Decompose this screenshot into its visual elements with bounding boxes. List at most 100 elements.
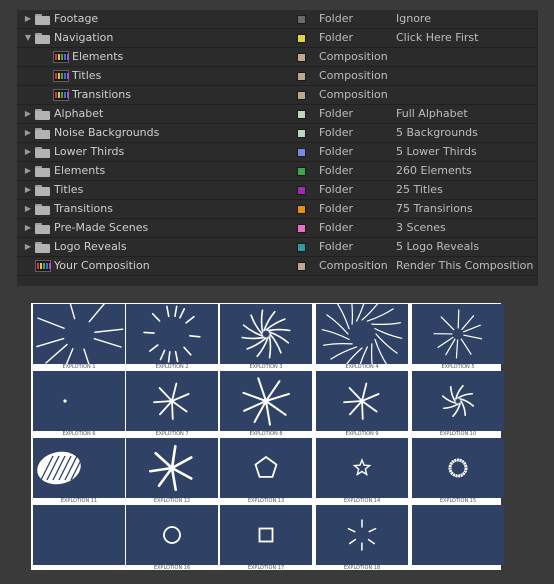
label-color-swatch[interactable] (297, 91, 306, 100)
dash-burst-icon (347, 519, 377, 551)
project-row-your-composition-comp[interactable]: Your Composition Composition Render This C… (17, 257, 537, 276)
project-row-footage-folder[interactable]: ▶ Footage Folder Ignore (17, 10, 537, 29)
thumbnail-caption: EXPLOTION 5 (441, 364, 475, 370)
label-color-swatch[interactable] (297, 129, 306, 138)
folder-icon (35, 204, 50, 215)
label-color-swatch[interactable] (297, 186, 306, 195)
item-type: Folder (319, 107, 353, 120)
item-name: Navigation (54, 31, 114, 44)
thumbnail-caption: EXPLOTION 16 (153, 565, 191, 571)
project-row-alphabet-folder[interactable]: ▶ Alphabet Folder Full Alphabet (17, 105, 537, 124)
disclosure-collapsed-icon[interactable]: ▶ (23, 219, 33, 237)
disclosure-collapsed-icon[interactable]: ▶ (23, 105, 33, 123)
thumbnail-caption: EXPLOTION 8 (249, 431, 283, 437)
project-panel: ▶ Footage Folder Ignore ▼ Navigation Folder Cli… (17, 10, 538, 286)
disclosure-collapsed-icon[interactable]: ▶ (23, 181, 33, 199)
project-row-navigation-folder[interactable]: ▼ Navigation Folder Click Here First (17, 29, 537, 48)
thumbnail-caption: EXPLOTION 17 (247, 565, 285, 571)
item-type: Folder (319, 221, 353, 234)
explosion-thumbnail (316, 505, 408, 565)
disclosure-collapsed-icon[interactable]: ▶ (23, 162, 33, 180)
star-burst-icon (153, 382, 190, 420)
project-row-elements-folder[interactable]: ▶ Elements Folder 260 Elements (17, 162, 537, 181)
explosion-thumbnail (126, 438, 218, 498)
disclosure-collapsed-icon[interactable]: ▶ (23, 200, 33, 218)
composition-icon (53, 89, 69, 101)
label-color-swatch[interactable] (297, 148, 306, 157)
project-row-elements-comp[interactable]: Elements Composition (17, 48, 537, 67)
folder-icon (35, 147, 50, 158)
scatter-dashes-icon (143, 305, 201, 363)
disclosure-expanded-icon[interactable]: ▼ (23, 29, 33, 47)
explosion-thumbnail (126, 371, 218, 431)
project-row-pre-made-scenes-folder[interactable]: ▶ Pre-Made Scenes Folder 3 Scenes (17, 219, 537, 238)
disclosure-collapsed-icon[interactable]: ▶ (23, 238, 33, 256)
project-row-noise-backgrounds-folder[interactable]: ▶ Noise Backgrounds Folder 5 Backgrounds (17, 124, 537, 143)
folder-icon (35, 242, 50, 253)
item-name: Elements (54, 164, 106, 177)
burst-lines-icon (36, 304, 124, 364)
composition-icon (53, 70, 69, 82)
item-name: Transitions (54, 202, 113, 215)
project-row-titles-comp[interactable]: Titles Composition (17, 67, 537, 86)
item-name: Transitions (72, 88, 131, 101)
item-name: Noise Backgrounds (54, 126, 160, 139)
label-color-swatch[interactable] (297, 224, 306, 233)
explosion-thumbnail (126, 505, 218, 565)
dot-icon (63, 399, 67, 403)
explosion-thumbnail (33, 438, 125, 498)
label-color-swatch[interactable] (297, 167, 306, 176)
label-color-swatch[interactable] (297, 205, 306, 214)
label-color-swatch[interactable] (297, 243, 306, 252)
thumbnail-caption (33, 565, 125, 572)
label-color-swatch[interactable] (297, 53, 306, 62)
item-name: Lower Thirds (54, 145, 125, 158)
folder-icon (35, 166, 50, 177)
project-row-logo-reveals-folder[interactable]: ▶ Logo Reveals Folder 5 Logo Reveals (17, 238, 537, 257)
explosion-thumbnail (412, 371, 504, 431)
label-color-swatch[interactable] (297, 15, 306, 24)
item-type: Folder (319, 164, 353, 177)
item-type: Folder (319, 202, 353, 215)
disclosure-collapsed-icon[interactable]: ▶ (23, 124, 33, 142)
project-row-titles-folder[interactable]: ▶ Titles Folder 25 Titles (17, 181, 537, 200)
project-row-lower-thirds-folder[interactable]: ▶ Lower Thirds Folder 5 Lower Thirds (17, 143, 537, 162)
label-color-swatch[interactable] (297, 34, 306, 43)
project-row-transitions-folder[interactable]: ▶ Transitions Folder 75 Transirions (17, 200, 537, 219)
thumbnail-caption (412, 565, 504, 572)
composition-icon (53, 51, 69, 63)
star-outline-icon (352, 458, 372, 477)
item-comment: Ignore (396, 12, 431, 25)
square-outline-icon (258, 527, 274, 543)
label-color-swatch[interactable] (297, 72, 306, 81)
item-comment: Click Here First (396, 31, 479, 44)
thumbnail-caption: EXPLOTION 10 (439, 431, 477, 437)
disclosure-collapsed-icon[interactable]: ▶ (23, 143, 33, 161)
item-name: Titles (54, 183, 84, 196)
thumbnail-caption: EXPLOTION 18 (343, 565, 381, 571)
item-type: Composition (319, 50, 388, 63)
folder-icon (35, 14, 50, 25)
thumbnail-caption: EXPLOTION 14 (343, 498, 381, 504)
folder-icon (35, 128, 50, 139)
empty-thumbnail (33, 505, 125, 565)
project-row-transitions-comp[interactable]: Transitions Composition (17, 86, 537, 105)
thin-burst-icon (433, 309, 483, 359)
thumbnail-caption: EXPLOTION 12 (153, 498, 191, 504)
circle-outline-icon (163, 526, 181, 544)
item-type: Folder (319, 12, 353, 25)
thumbnail-caption: EXPLOTION 3 (249, 364, 283, 370)
swirl-icon (441, 384, 475, 418)
label-color-swatch[interactable] (297, 110, 306, 119)
item-type: Folder (319, 183, 353, 196)
explosion-thumbnail (220, 371, 312, 431)
asterisk-icon (148, 444, 193, 491)
composition-icon (35, 260, 51, 272)
item-type: Folder (319, 126, 353, 139)
label-color-swatch[interactable] (297, 262, 306, 271)
thumbnail-caption: EXPLOTION 7 (155, 431, 189, 437)
disclosure-collapsed-icon[interactable]: ▶ (23, 10, 33, 28)
item-name: Footage (54, 12, 99, 25)
folder-icon (35, 33, 50, 44)
item-comment: 75 Transirions (396, 202, 473, 215)
